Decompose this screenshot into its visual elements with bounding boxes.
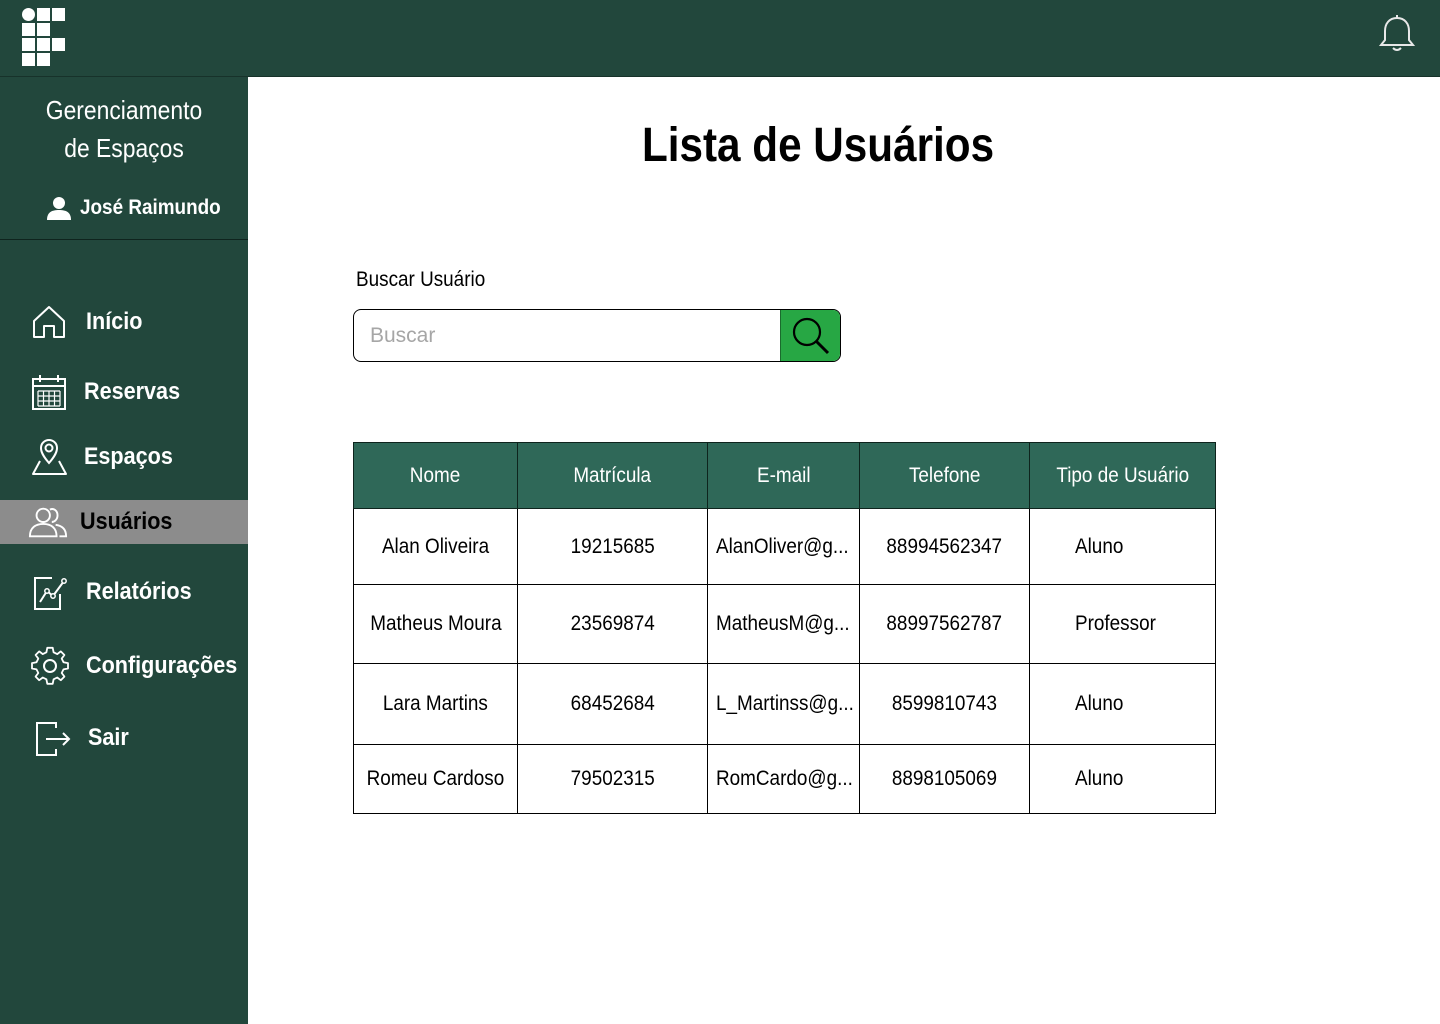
column-header-tipo[interactable]: Tipo de Usuário [1029, 442, 1216, 509]
app-title-line1: Gerenciamento [45, 95, 203, 125]
calendar-icon [32, 375, 66, 410]
cell-tipo: Aluno [1029, 744, 1216, 814]
column-header-matricula[interactable]: Matrícula [517, 442, 708, 509]
table-header-row: Nome Matrícula E-mail Telefone Tipo de U… [353, 442, 1216, 509]
cell-email: AlanOliver@g... [707, 508, 860, 585]
sidebar-divider [0, 239, 248, 240]
bell-icon[interactable] [1378, 14, 1416, 54]
logout-icon [36, 722, 71, 756]
cell-matricula: 23569874 [517, 584, 708, 664]
cell-email: MatheusM@g... [707, 584, 860, 664]
sidebar-item-label: Espaços [84, 443, 173, 470]
search-box [353, 309, 841, 362]
cell-email: L_Martinss@g... [707, 663, 860, 745]
sidebar-item-sair[interactable]: Sair [0, 716, 248, 760]
sidebar-item-usuarios[interactable]: Usuários [0, 500, 248, 544]
sidebar-item-label: Reservas [84, 378, 181, 405]
user-name: José Raimundo [80, 196, 221, 219]
column-header-email[interactable]: E-mail [707, 442, 860, 509]
gear-icon [31, 646, 69, 685]
cell-nome: Romeu Cardoso [353, 744, 518, 814]
sidebar-item-relatorios[interactable]: Relatórios [0, 570, 248, 614]
cell-matricula: 79502315 [517, 744, 708, 814]
table-row[interactable]: Alan Oliveira 19215685 AlanOliver@g... 8… [353, 508, 1216, 585]
sidebar-item-inicio[interactable]: Início [0, 300, 248, 344]
cell-email: RomCardo@g... [707, 744, 860, 814]
table-row[interactable]: Matheus Moura 23569874 MatheusM@g... 889… [353, 584, 1216, 664]
cell-telefone: 8898105069 [859, 744, 1030, 814]
column-header-nome[interactable]: Nome [353, 442, 518, 509]
user-profile[interactable]: José Raimundo [46, 193, 236, 223]
page-title: Lista de Usuários [641, 119, 995, 172]
column-header-telefone[interactable]: Telefone [859, 442, 1030, 509]
sidebar: Gerenciamento de Espaços José Raimundo I… [0, 77, 248, 1024]
cell-tipo: Professor [1029, 584, 1216, 664]
search-label: Buscar Usuário [356, 268, 486, 291]
app-title: Gerenciamento de Espaços [15, 91, 233, 167]
cell-matricula: 68452684 [517, 663, 708, 745]
top-bar [0, 0, 1440, 77]
cell-tipo: Aluno [1029, 663, 1216, 745]
sidebar-item-label: Início [86, 308, 143, 335]
home-icon [33, 306, 65, 338]
cell-matricula: 19215685 [517, 508, 708, 585]
person-icon [47, 197, 71, 220]
sidebar-item-label: Configurações [86, 652, 238, 679]
table-row[interactable]: Lara Martins 68452684 L_Martinss@g... 85… [353, 663, 1216, 745]
app-title-line2: de Espaços [64, 133, 184, 163]
location-pin-icon [32, 438, 67, 475]
users-icon [28, 507, 68, 538]
table-row[interactable]: Romeu Cardoso 79502315 RomCardo@g... 889… [353, 744, 1216, 814]
chart-icon [34, 577, 67, 610]
sidebar-item-label: Sair [88, 724, 129, 751]
search-button[interactable] [780, 310, 840, 361]
search-icon [792, 317, 830, 354]
sidebar-item-label: Relatórios [86, 578, 192, 605]
cell-nome: Matheus Moura [353, 584, 518, 664]
cell-nome: Lara Martins [353, 663, 518, 745]
cell-nome: Alan Oliveira [353, 508, 518, 585]
cell-telefone: 88994562347 [859, 508, 1030, 585]
search-input[interactable] [354, 310, 780, 361]
users-table: Nome Matrícula E-mail Telefone Tipo de U… [353, 442, 1216, 814]
cell-telefone: 8599810743 [859, 663, 1030, 745]
sidebar-item-configuracoes[interactable]: Configurações [0, 644, 248, 688]
cell-tipo: Aluno [1029, 508, 1216, 585]
sidebar-item-espacos[interactable]: Espaços [0, 435, 248, 479]
institute-logo-icon[interactable] [22, 8, 68, 66]
cell-telefone: 88997562787 [859, 584, 1030, 664]
sidebar-item-reservas[interactable]: Reservas [0, 370, 248, 414]
sidebar-item-label: Usuários [80, 508, 173, 535]
